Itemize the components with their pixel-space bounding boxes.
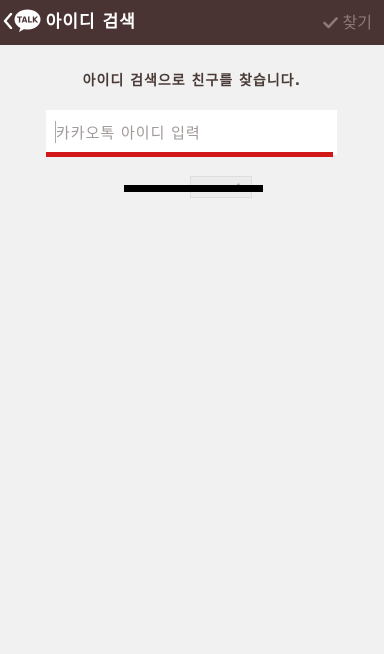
search-input-underline xyxy=(46,152,333,157)
search-box[interactable] xyxy=(46,110,337,155)
find-button[interactable]: 찾기 xyxy=(322,10,372,36)
search-instruction: 아이디 검색으로 친구를 찾습니다. xyxy=(82,73,302,89)
chevron-left-icon xyxy=(3,13,13,29)
top-bar: TALK 아이디 검색 찾기 xyxy=(0,0,384,45)
svg-text:TALK: TALK xyxy=(17,16,39,25)
page-title: 아이디 검색 xyxy=(46,12,137,32)
back-button[interactable]: TALK xyxy=(0,0,42,45)
redaction-bar xyxy=(124,185,263,192)
find-label: 찾기 xyxy=(342,13,372,32)
kakaotalk-logo: TALK xyxy=(14,9,41,32)
check-icon xyxy=(322,17,338,29)
search-input[interactable] xyxy=(56,110,326,155)
